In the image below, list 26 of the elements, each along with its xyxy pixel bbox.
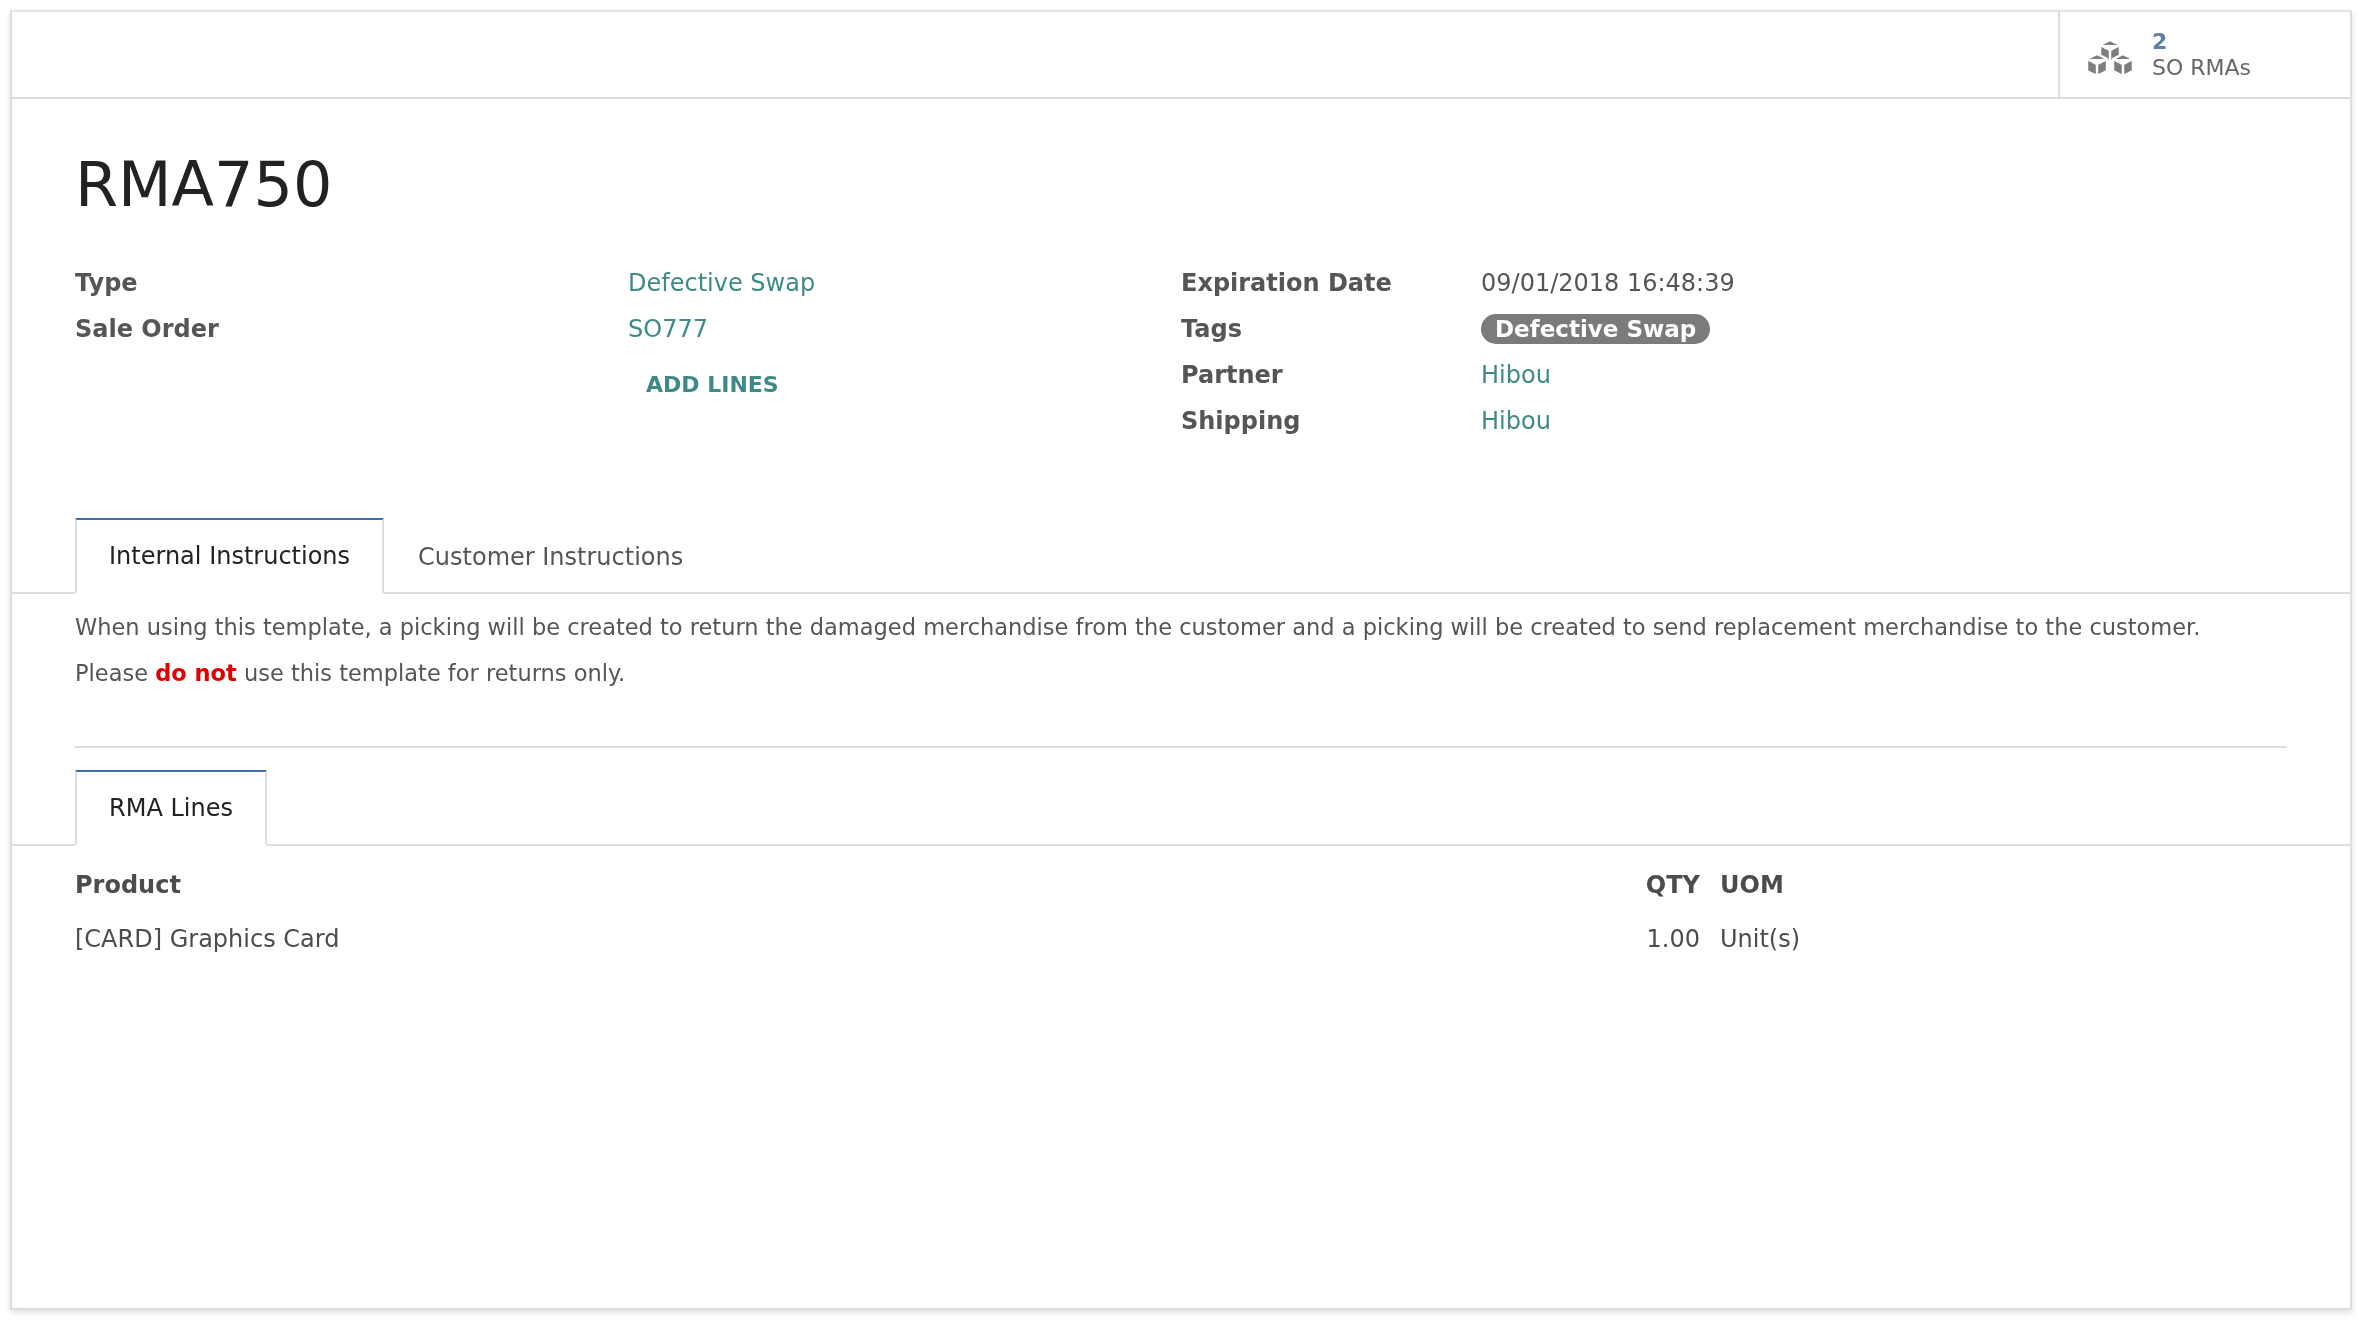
field-link[interactable]: Defective Swap	[628, 269, 816, 297]
field-label: Shipping	[1181, 407, 1302, 435]
tag: Defective Swap	[1481, 314, 1711, 344]
table-cell-text: 1.00	[1645, 925, 1700, 953]
field-value: 09/01/2018 16:48:39	[1481, 269, 1735, 297]
tab[interactable]: Internal Instructions	[75, 518, 385, 594]
column-header: Product	[75, 871, 182, 899]
record-title: RMA750	[75, 147, 334, 223]
add-lines-button[interactable]: ADD LINES	[646, 371, 779, 397]
field-link[interactable]: Hibou	[1481, 361, 1551, 389]
column-header: QTY	[1644, 871, 1700, 899]
field-link[interactable]: Hibou	[1481, 407, 1551, 435]
field-label: Sale Order	[75, 315, 220, 343]
field-label: Type	[75, 269, 139, 297]
tab[interactable]: RMA Lines	[75, 770, 267, 846]
field-label: Expiration Date	[1181, 269, 1393, 297]
instruction-text: When using this template, a picking will be created to return the damaged merchandise from the customer and a picking will be created to send replacement merchandise to the customer.	[75, 614, 2202, 640]
field-label: Partner	[1181, 361, 1284, 389]
field-label: Tags	[1181, 315, 1243, 343]
column-header: UOM	[1720, 871, 1784, 899]
field-link[interactable]: SO777	[628, 315, 708, 343]
so-rmas-button[interactable]: 2 SO RMAs	[2058, 12, 2350, 97]
table-cell: Unit(s)	[1720, 925, 1801, 953]
table-cell-text: [CARD] Graphics Card	[75, 925, 341, 953]
instruction-text: Please do not use this template for returns only.	[75, 660, 627, 686]
tab[interactable]: Customer Instructions	[384, 518, 718, 594]
